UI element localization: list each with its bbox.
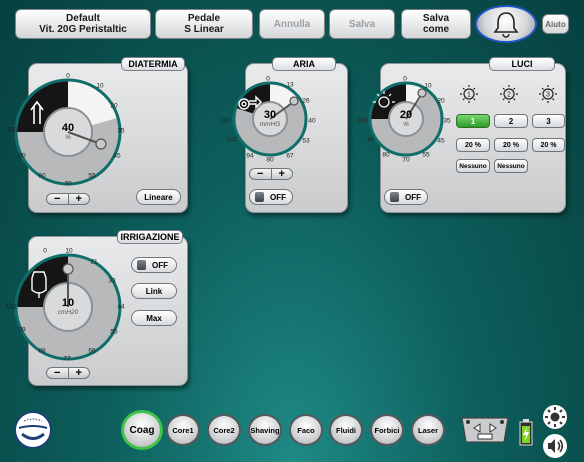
irrigazione-dial[interactable] [0,0,584,462]
link-button[interactable]: Link [131,283,177,299]
irrigazione-tick: 10 [65,247,73,255]
minus-icon[interactable]: − [47,368,68,379]
mode-fluidi-button[interactable]: Fluidi [329,414,363,446]
irrigazione-tick: 77 [63,355,71,363]
mode-core1-button[interactable]: Core1 [166,414,200,446]
mode-coag-button[interactable]: Coag [121,410,163,450]
irrigazione-readout: 10 cmH20 [57,297,79,317]
mode-faco-button[interactable]: Faco [289,414,323,446]
irrigazione-tick: 21 [90,258,98,266]
brightness-icon[interactable] [542,404,568,430]
irrigazione-toggle-label: OFF [152,260,168,270]
irrigazione-tick: 99 [18,326,26,334]
toggle-knob [137,260,146,270]
brand-logo [14,411,52,449]
max-button[interactable]: Max [131,310,177,326]
irrigazione-value: 10 [61,297,75,309]
irrigazione-unit: cmH20 [57,309,79,316]
volume-icon[interactable] [542,433,568,459]
irrigazione-tick: 44 [117,303,125,311]
irrigazione-tick: 88 [38,347,46,355]
irrigazione-toggle[interactable]: OFF [131,257,177,273]
mode-forbici-button[interactable]: Forbici [370,414,404,446]
battery-icon [519,419,533,446]
mode-shaving-button[interactable]: Shaving [248,414,282,446]
mode-core2-button[interactable]: Core2 [207,414,241,446]
irrigazione-tick: 110 [5,303,17,311]
irrigazione-tick: 66 [88,347,96,355]
irrigazione-stepper[interactable]: − + [46,367,90,379]
irrigazione-tick: 55 [110,328,118,336]
foot-pedal-icon[interactable] [460,414,510,446]
mode-laser-button[interactable]: Laser [411,414,445,446]
irrigazione-tick: 0 [43,247,47,255]
irrigazione-tick: 33 [108,277,116,285]
plus-icon[interactable]: + [67,368,90,379]
